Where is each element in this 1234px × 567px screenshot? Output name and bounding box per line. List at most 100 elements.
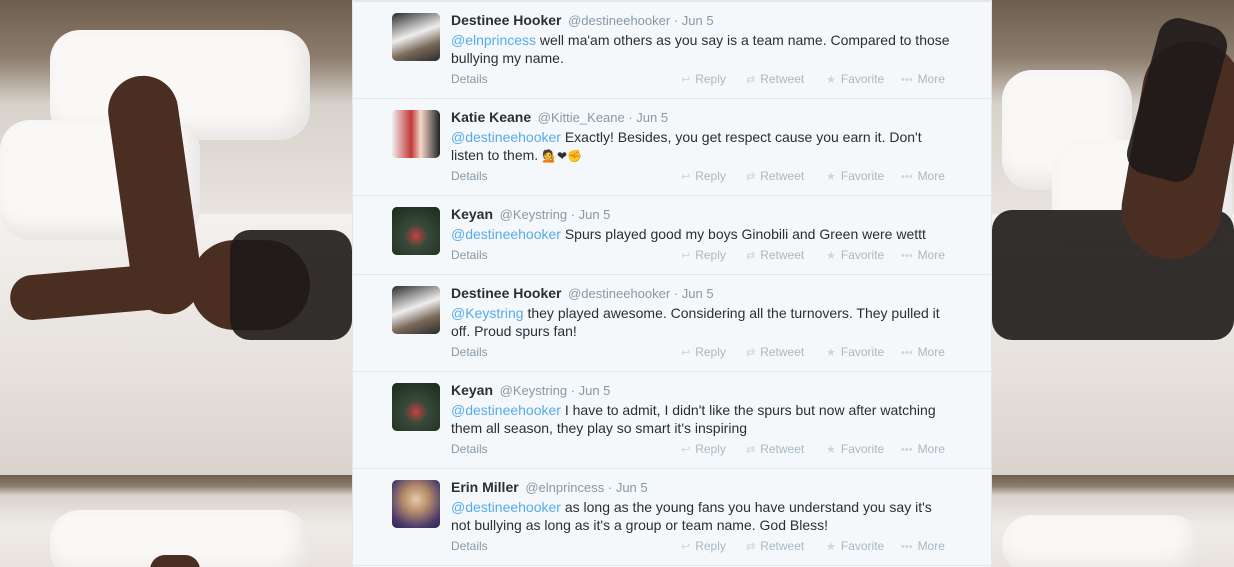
reply-label: Reply (695, 442, 726, 456)
author-handle[interactable]: @destineehooker (568, 286, 670, 301)
reply-icon: ↩ (681, 171, 691, 183)
tweet-item[interactable]: Erin Miller @elnprincess · Jun 5 @destin… (353, 469, 991, 566)
author-handle[interactable]: @Keystring (500, 383, 567, 398)
background-photo-left (0, 0, 352, 475)
retweet-button[interactable]: ⇄ Retweet (746, 345, 804, 359)
more-button[interactable]: ••• More (901, 72, 945, 86)
author-handle[interactable]: @Kittie_Keane (538, 110, 625, 125)
more-button[interactable]: ••• More (901, 248, 945, 262)
details-link[interactable]: Details (451, 72, 488, 86)
favorite-button[interactable]: ★ Favorite (826, 169, 884, 183)
tweet-item[interactable]: Keyan @Keystring · Jun 5 @destineehooker… (353, 196, 991, 275)
tweet-actions: Details ↩ Reply ⇄ Retweet ★ Favorite ••• Mor… (451, 169, 951, 185)
favorite-button[interactable]: ★ Favorite (826, 72, 884, 86)
ellipsis-icon: ••• (901, 74, 913, 86)
mention-link[interactable]: @destineehooker (451, 226, 561, 242)
avatar[interactable] (392, 480, 440, 528)
retweet-icon: ⇄ (746, 250, 756, 262)
favorite-button[interactable]: ★ Favorite (826, 345, 884, 359)
tweet-actions: Details ↩ Reply ⇄ Retweet ★ Favorite ••• Mor… (451, 442, 951, 458)
author-name[interactable]: Keyan (451, 382, 493, 398)
emoji-group: 💁❤✊ (542, 149, 582, 163)
more-label: More (917, 169, 945, 183)
more-button[interactable]: ••• More (901, 345, 945, 359)
more-label: More (917, 248, 945, 262)
details-link[interactable]: Details (451, 345, 488, 359)
tweet-time[interactable]: · Jun 5 (674, 13, 714, 28)
retweet-icon: ⇄ (746, 171, 756, 183)
tweet-item[interactable]: Destinee Hooker @destineehooker · Jun 5 … (353, 2, 991, 99)
author-name[interactable]: Destinee Hooker (451, 285, 561, 301)
retweet-icon: ⇄ (746, 541, 756, 553)
favorite-label: Favorite (840, 345, 885, 359)
author-handle[interactable]: @Keystring (500, 207, 567, 222)
tweet-actions: Details ↩ Reply ⇄ Retweet ★ Favorite ••• Mor… (451, 345, 951, 361)
background-photo-right (992, 0, 1234, 475)
tweet-time[interactable]: · Jun 5 (571, 207, 611, 222)
tweet-time[interactable]: · Jun 5 (628, 110, 668, 125)
favorite-button[interactable]: ★ Favorite (826, 539, 884, 553)
author-handle[interactable]: @elnprincess (525, 480, 604, 495)
tweet-header: Destinee Hooker @destineehooker · Jun 5 (451, 284, 951, 303)
favorite-label: Favorite (840, 72, 885, 86)
mention-link[interactable]: @destineehooker (451, 499, 561, 515)
more-button[interactable]: ••• More (901, 539, 945, 553)
star-icon: ★ (826, 171, 836, 183)
retweet-button[interactable]: ⇄ Retweet (746, 248, 804, 262)
tweet-actions: Details ↩ Reply ⇄ Retweet ★ Favorite ••• Mor… (451, 248, 951, 264)
avatar[interactable] (392, 383, 440, 431)
details-link[interactable]: Details (451, 539, 488, 553)
tweet-item[interactable]: Keyan @Keystring · Jun 5 @destineehooker… (353, 372, 991, 469)
reply-button[interactable]: ↩ Reply (681, 442, 726, 456)
mention-link[interactable]: @destineehooker (451, 129, 561, 145)
retweet-icon: ⇄ (746, 444, 756, 456)
details-link[interactable]: Details (451, 248, 488, 262)
reply-button[interactable]: ↩ Reply (681, 169, 726, 183)
tweet-item[interactable]: Destinee Hooker @destineehooker · Jun 5 … (353, 275, 991, 372)
author-handle[interactable]: @destineehooker (568, 13, 670, 28)
retweet-button[interactable]: ⇄ Retweet (746, 169, 804, 183)
retweet-button[interactable]: ⇄ Retweet (746, 442, 804, 456)
tweet-header: Keyan @Keystring · Jun 5 (451, 381, 951, 400)
reply-label: Reply (695, 248, 726, 262)
avatar[interactable] (392, 207, 440, 255)
author-name[interactable]: Destinee Hooker (451, 12, 561, 28)
favorite-button[interactable]: ★ Favorite (826, 248, 884, 262)
author-name[interactable]: Keyan (451, 206, 493, 222)
more-label: More (917, 442, 945, 456)
details-link[interactable]: Details (451, 169, 488, 183)
retweet-icon: ⇄ (746, 347, 756, 359)
reply-icon: ↩ (681, 74, 691, 86)
tweet-time[interactable]: · Jun 5 (674, 286, 714, 301)
retweet-button[interactable]: ⇄ Retweet (746, 72, 804, 86)
details-link[interactable]: Details (451, 442, 488, 456)
favorite-button[interactable]: ★ Favorite (826, 442, 884, 456)
reply-button[interactable]: ↩ Reply (681, 539, 726, 553)
tweet-time[interactable]: · Jun 5 (571, 383, 611, 398)
avatar[interactable] (392, 286, 440, 334)
tweet-item[interactable]: Katie Keane @Kittie_Keane · Jun 5 @desti… (353, 99, 991, 196)
tweet-text: @destineehooker I have to admit, I didn'… (451, 401, 951, 437)
star-icon: ★ (826, 541, 836, 553)
retweet-label: Retweet (760, 72, 805, 86)
more-button[interactable]: ••• More (901, 442, 945, 456)
retweet-label: Retweet (760, 169, 805, 183)
star-icon: ★ (826, 444, 836, 456)
reply-button[interactable]: ↩ Reply (681, 345, 726, 359)
more-button[interactable]: ••• More (901, 169, 945, 183)
retweet-button[interactable]: ⇄ Retweet (746, 539, 804, 553)
reply-button[interactable]: ↩ Reply (681, 248, 726, 262)
star-icon: ★ (826, 250, 836, 262)
avatar[interactable] (392, 110, 440, 158)
retweet-label: Retweet (760, 345, 805, 359)
mention-link[interactable]: @destineehooker (451, 402, 561, 418)
author-name[interactable]: Katie Keane (451, 109, 531, 125)
avatar[interactable] (392, 13, 440, 61)
reply-button[interactable]: ↩ Reply (681, 72, 726, 86)
mention-link[interactable]: @Keystring (451, 305, 524, 321)
author-name[interactable]: Erin Miller (451, 479, 519, 495)
star-icon: ★ (826, 74, 836, 86)
tweet-time[interactable]: · Jun 5 (608, 480, 648, 495)
ellipsis-icon: ••• (901, 250, 913, 262)
mention-link[interactable]: @elnprincess (451, 32, 536, 48)
